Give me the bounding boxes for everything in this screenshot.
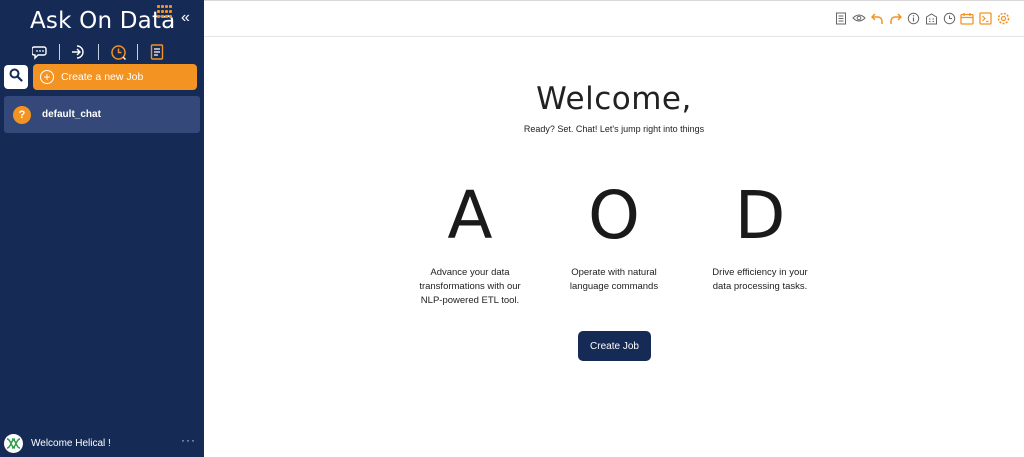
more-options-button[interactable]: ··· bbox=[181, 433, 196, 447]
feature-o-line: language commands bbox=[569, 281, 659, 292]
building-icon[interactable] bbox=[924, 11, 938, 25]
toolbar-icons bbox=[834, 11, 1010, 25]
nav-divider bbox=[137, 44, 138, 60]
nav-divider bbox=[59, 44, 60, 60]
feature-description-d: Drive efficiency in your data processing… bbox=[695, 266, 825, 294]
info-icon[interactable] bbox=[906, 11, 920, 25]
redo-icon[interactable] bbox=[888, 11, 902, 25]
settings-icon[interactable] bbox=[996, 11, 1010, 25]
report-icon[interactable] bbox=[147, 42, 167, 62]
plus-circle-icon: + bbox=[40, 70, 54, 84]
feature-a-line: transformations with our bbox=[419, 281, 521, 292]
feature-d-line: Drive efficiency in your bbox=[712, 267, 808, 278]
brand-logo-icon bbox=[157, 5, 173, 19]
login-icon[interactable] bbox=[69, 42, 89, 62]
feature-letter-a: A bbox=[447, 177, 493, 254]
welcome-tagline: Ready? Set. Chat! Let's jump right into … bbox=[523, 124, 705, 134]
welcome-heading: Welcome, bbox=[536, 81, 692, 117]
avatar[interactable] bbox=[4, 433, 23, 453]
feature-letter-d: D bbox=[734, 177, 786, 254]
feature-description-o: Operate with natural language commands bbox=[549, 266, 679, 294]
sidebar-nav bbox=[30, 42, 167, 62]
feature-letter-o: O bbox=[588, 177, 640, 254]
clock-icon[interactable] bbox=[942, 11, 956, 25]
undo-icon[interactable] bbox=[870, 11, 884, 25]
collapse-sidebar-button[interactable]: « bbox=[181, 10, 190, 26]
create-new-job-label: Create a new Job bbox=[61, 71, 144, 83]
search-button[interactable] bbox=[4, 65, 28, 89]
chat-list-item[interactable]: ? default_chat bbox=[4, 96, 200, 133]
chat-question-icon: ? bbox=[13, 105, 31, 124]
nav-divider bbox=[98, 44, 99, 60]
app-title: Ask On Data bbox=[30, 8, 176, 34]
feature-d-line: data processing tasks. bbox=[712, 281, 808, 292]
feature-description-a: Advance your data transformations with o… bbox=[405, 266, 535, 308]
sidebar: Ask On Data « + Create a new Job ? defau… bbox=[0, 0, 204, 457]
calendar-icon[interactable] bbox=[960, 11, 974, 25]
main-content: Welcome, Ready? Set. Chat! Let's jump ri… bbox=[204, 37, 1024, 457]
terminal-icon[interactable] bbox=[978, 11, 992, 25]
create-job-button[interactable]: Create Job bbox=[578, 331, 651, 361]
feature-o-line: Operate with natural bbox=[571, 267, 657, 278]
notes-icon[interactable] bbox=[834, 11, 848, 25]
history-icon[interactable] bbox=[108, 42, 128, 62]
search-icon bbox=[9, 68, 23, 87]
top-toolbar bbox=[204, 0, 1024, 37]
user-welcome-label: Welcome Helical ! bbox=[31, 437, 111, 449]
feature-a-line: NLP-powered ETL tool. bbox=[420, 295, 520, 306]
chat-icon[interactable] bbox=[30, 42, 50, 62]
chat-item-label: default_chat bbox=[42, 109, 101, 120]
feature-a-line: Advance your data bbox=[430, 267, 510, 278]
user-bar: Welcome Helical ! ··· bbox=[4, 433, 200, 453]
eye-icon[interactable] bbox=[852, 11, 866, 25]
create-new-job-button[interactable]: + Create a new Job bbox=[33, 64, 197, 90]
